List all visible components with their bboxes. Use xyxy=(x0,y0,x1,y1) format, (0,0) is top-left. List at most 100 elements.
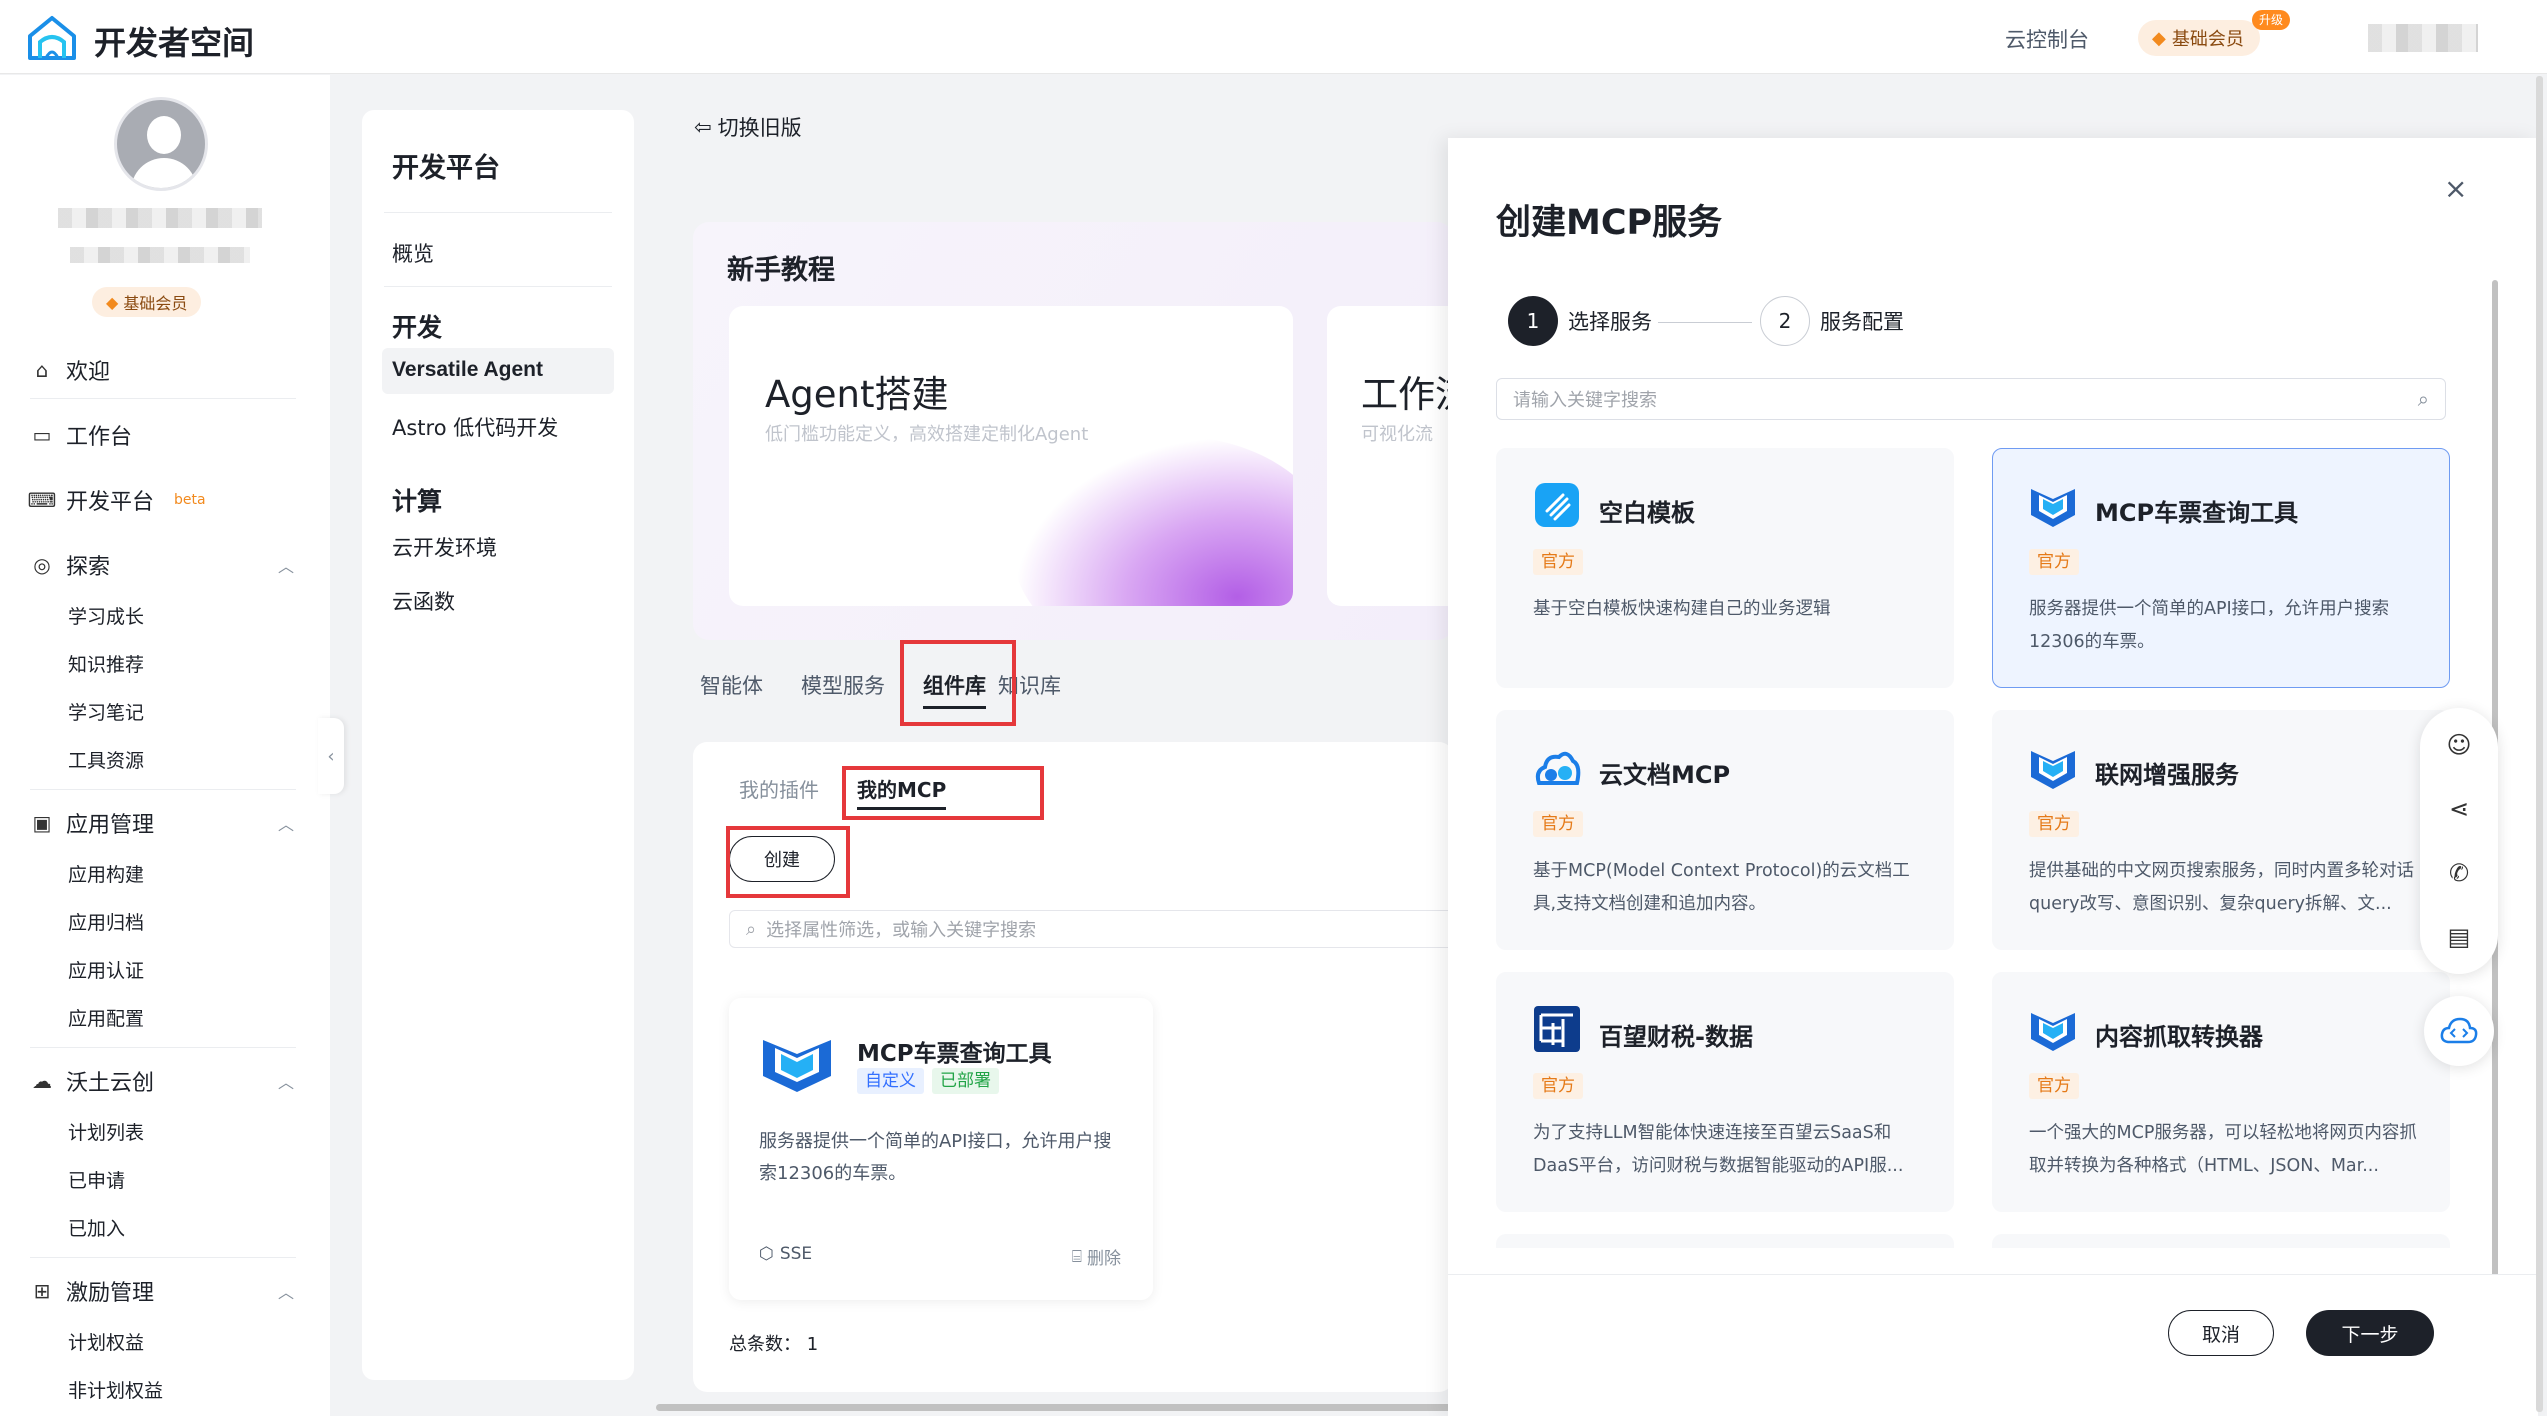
chevron-up-icon[interactable]: ︿ xyxy=(278,1279,294,1303)
service-name: MCP车票查询工具 xyxy=(2095,499,2299,527)
service-description: 基于空白模板快速构建自己的业务逻辑 xyxy=(1533,599,1831,619)
service-card-content-scraper[interactable]: 内容抓取转换器 官方 一个强大的MCP服务器，可以轻松地将网页内容抓取并转换为各… xyxy=(1992,972,2450,1212)
chevron-up-icon[interactable]: ︿ xyxy=(278,553,294,577)
nav-sub-item[interactable]: 已加入 xyxy=(68,1214,125,1241)
card-subtitle: 可视化流 xyxy=(1361,424,1433,445)
tab-model-services[interactable]: 模型服务 xyxy=(801,670,885,709)
nav-vip-label: 基础会员 xyxy=(123,294,188,313)
service-name: 联网增强服务 xyxy=(2095,761,2239,789)
mcp-service-card[interactable]: MCP车票查询工具 自定义 已部署 服务器提供一个简单的API接口，允许用户搜索… xyxy=(729,998,1153,1300)
service-card-blank-template[interactable]: 空白模板 官方 基于空白模板快速构建自己的业务逻辑 xyxy=(1496,448,1954,688)
nav-label: 激励管理 xyxy=(66,1281,155,1306)
menu-item-overview[interactable]: 概览 xyxy=(392,238,434,268)
nav-sub-item[interactable]: 非计划权益 xyxy=(68,1376,163,1403)
service-card-partial[interactable] xyxy=(1992,1234,2450,1248)
nav-item-welcome[interactable]: ⌂ 欢迎 xyxy=(30,350,110,390)
menu-item-cloud-function[interactable]: 云函数 xyxy=(392,586,455,616)
tab-agents[interactable]: 智能体 xyxy=(700,670,763,709)
service-description: 服务器提供一个简单的API接口，允许用户搜索12306的车票。 xyxy=(2029,599,2390,652)
chevron-up-icon[interactable]: ︿ xyxy=(278,1069,294,1093)
nav-sub-item[interactable]: 学习成长 xyxy=(68,602,144,629)
user-avatar-menu[interactable] xyxy=(2368,24,2478,52)
compass-icon: ◎ xyxy=(33,553,51,577)
nav-label: 工作台 xyxy=(66,425,133,450)
nav-label: 欢迎 xyxy=(66,360,111,385)
nav-item-incentive[interactable]: ⊞ 激励管理 xyxy=(30,1271,154,1311)
nav-item-workbench[interactable]: ▭ 工作台 xyxy=(30,415,132,455)
tutorial-card-agent[interactable]: Agent搭建 低门槛功能定义，高效搭建定制化Agent xyxy=(729,306,1293,606)
smiley-feedback-icon[interactable]: ☺ xyxy=(2444,730,2474,760)
step-select-service: 1 选择服务 xyxy=(1508,296,1652,346)
chevron-up-icon[interactable]: ︿ xyxy=(278,811,294,835)
home-icon: ⌂ xyxy=(35,358,49,382)
mcp-blue-shield-icon xyxy=(2031,751,2075,789)
delete-button[interactable]: ⌸ 删除 xyxy=(1072,1244,1121,1270)
switch-old-version-link[interactable]: ⇦ 切换旧版 xyxy=(694,112,802,142)
nav-vip-badge[interactable]: ◆ 基础会员 xyxy=(92,287,202,317)
nav-sub-item[interactable]: 计划权益 xyxy=(68,1328,144,1355)
service-card-ticket-query[interactable]: MCP车票查询工具 官方 服务器提供一个简单的API接口，允许用户搜索12306… xyxy=(1992,448,2450,688)
nav-label: 开发平台 xyxy=(66,490,155,515)
brand-title[interactable]: 开发者空间 xyxy=(94,18,254,64)
official-tag: 官方 xyxy=(2029,549,2079,575)
subtab-my-plugins[interactable]: 我的插件 xyxy=(739,774,819,803)
nav-sub-item[interactable]: 应用认证 xyxy=(68,956,144,983)
cloud-console-link[interactable]: 云控制台 xyxy=(2005,24,2089,54)
service-name: 内容抓取转换器 xyxy=(2095,1023,2263,1051)
menu-item-cloud-env[interactable]: 云开发环境 xyxy=(392,532,497,562)
nav-label: 沃土云创 xyxy=(66,1071,155,1096)
document-edit-icon[interactable]: ▤ xyxy=(2444,922,2474,952)
avatar[interactable] xyxy=(114,97,208,191)
nav-item-app-management[interactable]: ▣ 应用管理 xyxy=(30,803,154,843)
nav-sub-item[interactable]: 应用配置 xyxy=(68,1004,144,1031)
nav-item-woto[interactable]: ☁ 沃土云创 xyxy=(30,1061,154,1101)
top-bar: 开发者空间 云控制台 ◆ 基础会员 升级 xyxy=(0,0,2547,74)
service-card-web-enhance[interactable]: 联网增强服务 官方 提供基础的中文网页搜索服务，同时内置多轮对话query改写、… xyxy=(1992,710,2450,950)
sidebar-collapse-handle[interactable]: ‹ xyxy=(318,718,344,794)
diamond-icon: ◆ xyxy=(2152,27,2166,49)
service-card-cloud-doc[interactable]: 云文档MCP 官方 基于MCP(Model Context Protocol)的… xyxy=(1496,710,1954,950)
nav-sub-item[interactable]: 应用归档 xyxy=(68,908,144,935)
cloud-assistant-button[interactable] xyxy=(2424,996,2494,1066)
nav-item-explore[interactable]: ◎ 探索 xyxy=(30,545,110,585)
card-title: Agent搭建 xyxy=(765,373,949,416)
service-card-baiwang-tax[interactable]: 百望财税-数据 官方 为了支持LLM智能体快速连接至百望云SaaS和DaaS平台… xyxy=(1496,972,1954,1212)
page-scrollbar[interactable] xyxy=(2536,76,2543,1412)
filter-search-input[interactable]: ⌕ 选择属性筛选，或输入关键字搜索 xyxy=(729,910,1469,948)
next-step-button[interactable]: 下一步 xyxy=(2306,1310,2434,1356)
blank-template-icon xyxy=(1535,483,1579,527)
service-card-partial[interactable] xyxy=(1496,1234,1954,1248)
close-icon[interactable]: × xyxy=(2444,172,2467,205)
purple-swirl-graphic xyxy=(1013,436,1293,606)
nav-sub-item[interactable]: 已申请 xyxy=(68,1166,125,1193)
menu-item-versatile-agent[interactable]: Versatile Agent xyxy=(392,358,543,382)
divider xyxy=(384,286,612,287)
gift-icon: ⊞ xyxy=(33,1279,51,1303)
service-description: 一个强大的MCP服务器，可以轻松地将网页内容抓取并转换为各种格式（HTML、JS… xyxy=(2029,1123,2417,1176)
nav-item-devplatform[interactable]: ⌨ 开发平台 beta xyxy=(28,480,206,520)
service-search-input[interactable]: 请输入关键字搜索 ⌕ xyxy=(1496,378,2446,420)
nav-sub-item[interactable]: 学习笔记 xyxy=(68,698,144,725)
nav-sub-item[interactable]: 知识推荐 xyxy=(68,650,144,677)
phone-icon[interactable]: ✆ xyxy=(2444,858,2474,888)
step-connector xyxy=(1658,322,1752,323)
step-label: 选择服务 xyxy=(1568,310,1652,334)
vip-badge[interactable]: ◆ 基础会员 xyxy=(2138,20,2260,56)
highlight-box-component-tab xyxy=(900,640,1016,726)
nav-sub-item[interactable]: 应用构建 xyxy=(68,860,144,887)
menu-group-compute: 计算 xyxy=(392,487,443,516)
total-count: 总条数： 1 xyxy=(729,1334,819,1355)
tutorial-title: 新手教程 xyxy=(727,255,835,286)
developer-space-logo[interactable] xyxy=(26,14,78,62)
cancel-button[interactable]: 取消 xyxy=(2168,1310,2274,1356)
exit-icon: ⇦ xyxy=(694,115,712,139)
divider xyxy=(30,1047,296,1048)
nav-sub-item[interactable]: 工具资源 xyxy=(68,746,144,773)
share-icon[interactable]: ⋖ xyxy=(2444,794,2474,824)
menu-item-astro[interactable]: Astro 低代码开发 xyxy=(392,412,558,442)
nav-label: 探索 xyxy=(66,555,111,580)
upgrade-tag[interactable]: 升级 xyxy=(2252,10,2291,30)
nav-sub-item[interactable]: 计划列表 xyxy=(68,1118,144,1145)
official-tag: 官方 xyxy=(1533,1073,1583,1099)
service-description: 提供基础的中文网页搜索服务，同时内置多轮对话query改写、意图识别、复杂que… xyxy=(2029,861,2414,914)
